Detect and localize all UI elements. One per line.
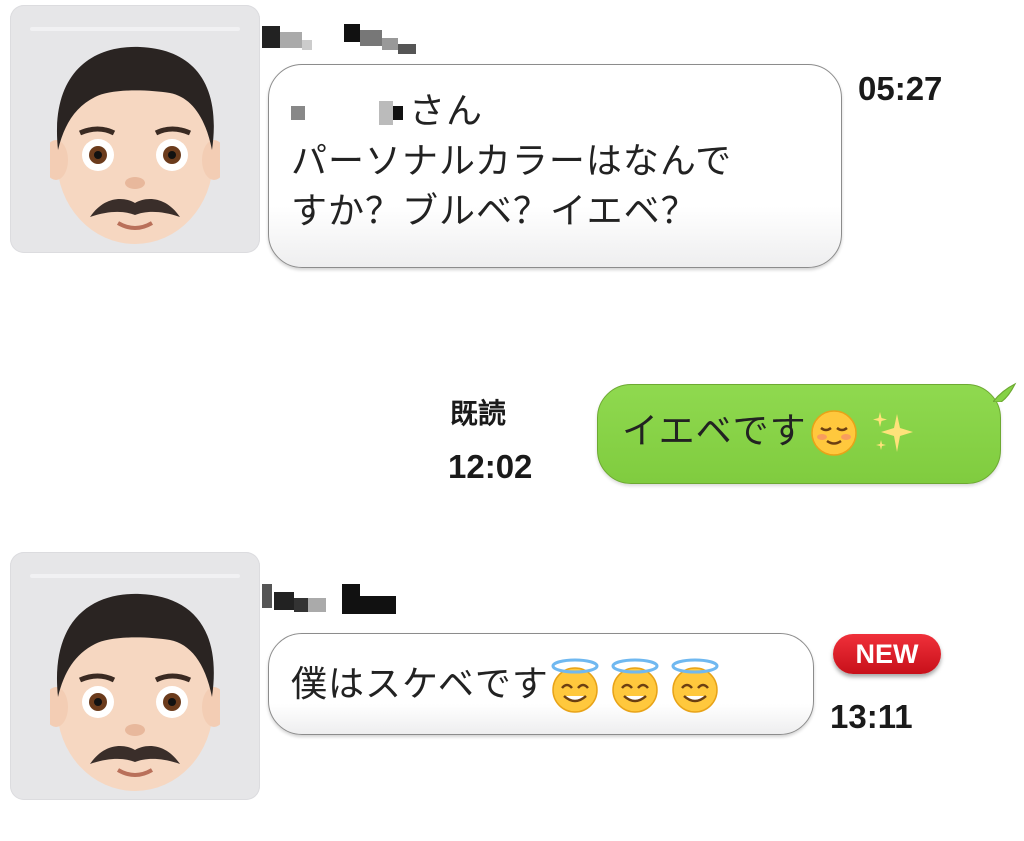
incoming-message-bubble[interactable]: さん パーソナルカラーはなんで すか？ブルベ？イエベ？ <box>268 64 842 268</box>
redacted-name <box>291 106 305 120</box>
halo-smile-icon <box>551 658 599 713</box>
incoming-message-bubble[interactable]: 僕はスケベです <box>268 633 814 735</box>
message-timestamp: 12:02 <box>448 448 533 485</box>
bubble-tail <box>993 382 1017 402</box>
message-timestamp: 05:27 <box>858 70 943 107</box>
new-badge: NEW <box>833 634 941 674</box>
relieved-smile-icon <box>810 410 857 456</box>
sender-name-redacted <box>262 18 422 58</box>
message-text: 僕はスケベです <box>291 658 813 714</box>
read-receipt: 既読 <box>450 397 507 430</box>
sender-name-redacted <box>262 578 412 618</box>
message-timestamp: 13:11 <box>830 698 913 735</box>
man-with-mustache-icon <box>50 593 220 791</box>
sparkles-icon <box>872 412 913 452</box>
redacted-name-3 <box>393 106 403 120</box>
message-text: さん パーソナルカラーはなんで すか？ブルベ？イエベ？ <box>291 91 733 232</box>
halo-smile-icon <box>671 658 719 713</box>
redacted-name-2 <box>379 101 393 125</box>
sender-avatar[interactable] <box>10 5 260 253</box>
sender-avatar[interactable] <box>10 552 260 800</box>
halo-smile-icon <box>611 658 659 713</box>
message-text: イエベです <box>622 407 1000 458</box>
outgoing-message-bubble[interactable]: イエベです <box>597 384 1001 484</box>
man-with-mustache-icon <box>50 46 220 244</box>
